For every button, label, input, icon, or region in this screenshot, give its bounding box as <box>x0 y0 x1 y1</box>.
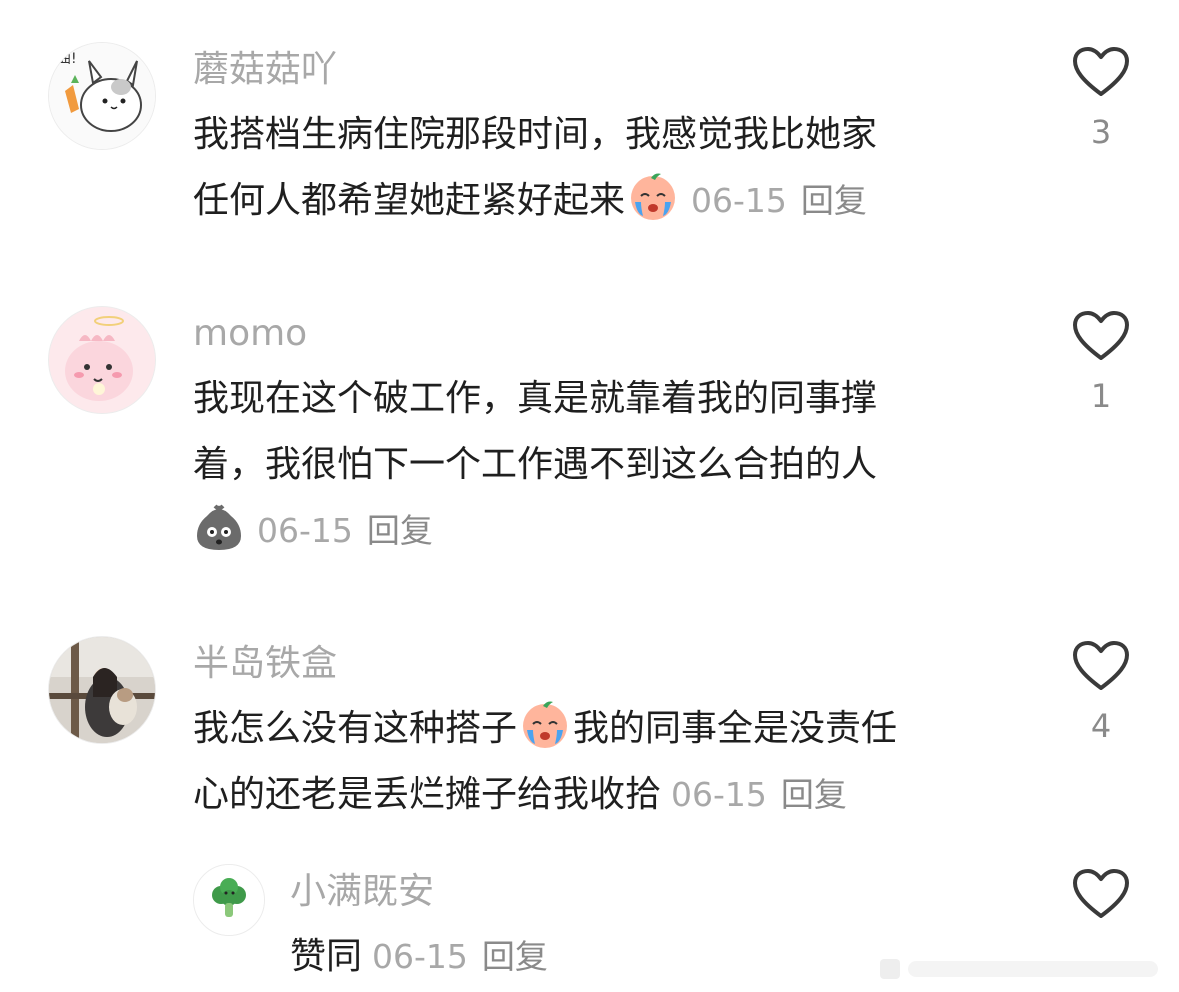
comment-text: 我现在这个破工作，真是就靠着我的同事撑 着，我很怕下一个工作遇不到这么合拍的人 … <box>193 366 877 564</box>
like-control[interactable] <box>1070 868 1132 920</box>
comment-line: 着，我很怕下一个工作遇不到这么合拍的人 <box>193 444 878 485</box>
comment-text-segment: 我的同事全是没责任 <box>573 708 898 749</box>
comment-text: 我搭档生病住院那段时间，我感觉我比她家 任何人都希望她赶紧好起来 06-15 回复 <box>193 102 877 234</box>
reply-button[interactable]: 回复 <box>482 937 548 976</box>
comment-line: 我怎么没有这种搭子 我的同事全是没责任 <box>193 696 897 762</box>
username[interactable]: 小满既安 <box>290 870 434 914</box>
avatar[interactable]: 曲! <box>48 42 156 150</box>
reply-button[interactable]: 回复 <box>801 181 867 220</box>
reply-date: 06-15 <box>372 937 468 976</box>
svg-text:曲!: 曲! <box>57 51 77 67</box>
like-count: 3 <box>1090 113 1112 151</box>
reply-button[interactable]: 回复 <box>781 775 847 814</box>
reply-line: 赞同 <box>290 936 363 977</box>
crying-face-emoji <box>627 170 679 222</box>
heart-icon[interactable] <box>1072 310 1130 362</box>
like-control[interactable]: 4 <box>1070 640 1132 746</box>
like-count: 4 <box>1090 707 1112 745</box>
comment-meta-line: 06-15 回复 <box>193 498 877 564</box>
reply-line-with-meta: 赞同 06-15 回复 <box>290 924 548 990</box>
reply-button[interactable]: 回复 <box>367 511 433 550</box>
gray-sack-face-emoji <box>193 500 245 552</box>
username[interactable]: 半岛铁盒 <box>193 642 337 686</box>
comment-line-with-meta: 心的还老是丢烂摊子给我收拾 06-15 回复 <box>193 762 897 828</box>
like-control[interactable]: 1 <box>1070 310 1132 416</box>
comment-date: 06-15 <box>257 511 353 550</box>
comment-line: 我搭档生病住院那段时间，我感觉我比她家 <box>193 114 878 155</box>
avatar[interactable] <box>48 306 156 414</box>
username[interactable]: 蘑菇菇吖 <box>193 48 337 92</box>
comment-date: 06-15 <box>691 181 787 220</box>
comment-line: 任何人都希望她赶紧好起来 <box>193 180 626 221</box>
comment-line: 心的还老是丢烂摊子给我收拾 <box>193 774 662 815</box>
comment-line-with-meta: 任何人都希望她赶紧好起来 06-15 回复 <box>193 168 877 234</box>
avatar[interactable] <box>193 864 265 936</box>
username[interactable]: momo <box>193 312 307 356</box>
like-control[interactable]: 3 <box>1070 46 1132 152</box>
heart-icon[interactable] <box>1072 46 1130 98</box>
like-count: 1 <box>1090 377 1112 415</box>
comment-line: 我现在这个破工作，真是就靠着我的同事撑 <box>193 378 878 419</box>
comment-text: 我怎么没有这种搭子 我的同事全是没责任 心的还老是丢烂摊子给我收拾 06-15 回复 <box>193 696 897 828</box>
comment-date: 06-15 <box>671 775 767 814</box>
heart-icon[interactable] <box>1072 868 1130 920</box>
heart-icon[interactable] <box>1072 640 1130 692</box>
crying-face-emoji <box>519 698 571 750</box>
avatar[interactable] <box>48 636 156 744</box>
reply-text: 赞同 06-15 回复 <box>290 924 548 990</box>
watermark-graphic <box>880 959 1158 979</box>
comment-text-segment: 我怎么没有这种搭子 <box>193 708 518 749</box>
